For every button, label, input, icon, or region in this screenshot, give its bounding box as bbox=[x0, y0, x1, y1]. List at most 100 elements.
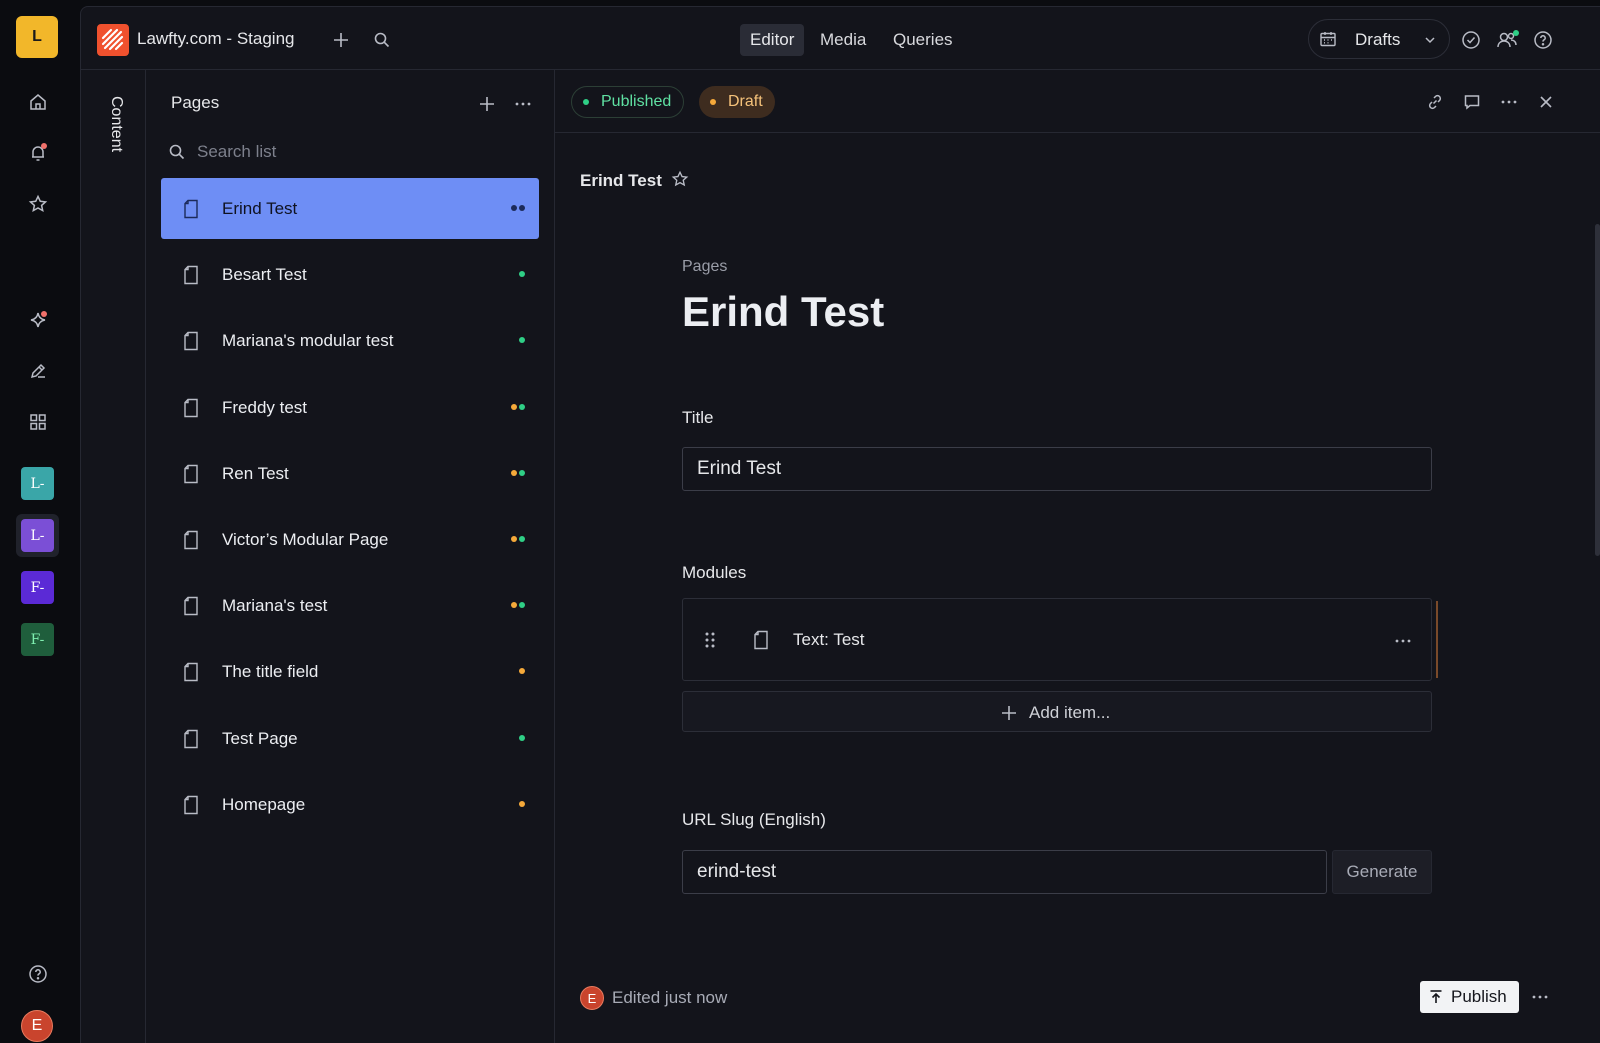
content-tool-tab[interactable]: Content bbox=[81, 70, 146, 1043]
status-dot bbox=[519, 602, 525, 609]
help-icon bbox=[1534, 31, 1552, 49]
notifications-button[interactable] bbox=[22, 137, 54, 169]
apps-button[interactable] bbox=[22, 406, 54, 438]
slug-input[interactable]: erind-test bbox=[682, 850, 1327, 894]
status-dots bbox=[519, 800, 525, 807]
members-button[interactable] bbox=[1493, 26, 1521, 54]
account-avatar[interactable]: E bbox=[21, 1010, 53, 1042]
generate-slug-button[interactable]: Generate bbox=[1332, 850, 1432, 894]
module-item[interactable]: Text: Test bbox=[682, 598, 1432, 681]
home-button[interactable] bbox=[22, 86, 54, 118]
tab-media[interactable]: Media bbox=[810, 24, 876, 56]
draft-label: Draft bbox=[728, 93, 763, 110]
title-input[interactable]: Erind Test bbox=[682, 447, 1432, 491]
app-rail: L L- L- F- F- E bbox=[0, 0, 80, 1043]
status-dot bbox=[511, 403, 517, 410]
editor-header: Published Draft bbox=[555, 70, 1600, 133]
status-dot bbox=[519, 800, 525, 807]
copy-link-button[interactable] bbox=[1421, 88, 1449, 116]
tab-editor[interactable]: Editor bbox=[740, 24, 805, 56]
page-list-item-label: Ren Test bbox=[222, 463, 289, 483]
create-button[interactable] bbox=[327, 26, 355, 54]
chevron-down-icon bbox=[1425, 37, 1435, 44]
project-logo[interactable] bbox=[97, 24, 129, 56]
star-icon bbox=[671, 170, 689, 187]
workspace-3-button[interactable]: F- bbox=[21, 571, 54, 604]
page-list-item-label: Besart Test bbox=[222, 265, 307, 285]
published-badge[interactable]: Published bbox=[571, 86, 685, 118]
status-dot bbox=[519, 734, 525, 741]
global-search-button[interactable] bbox=[368, 26, 396, 54]
status-dot bbox=[511, 469, 517, 476]
workspace-label: L- bbox=[30, 527, 45, 544]
status-dots bbox=[519, 337, 525, 344]
page-list-item[interactable]: Erind Test bbox=[161, 178, 539, 239]
workspace-1-button[interactable]: L- bbox=[21, 467, 54, 500]
page-list-item[interactable]: Freddy test bbox=[161, 377, 539, 438]
page-list-item[interactable]: Victor’s Modular Page bbox=[161, 509, 539, 570]
close-pane-button[interactable] bbox=[1532, 88, 1560, 116]
star-icon bbox=[28, 194, 48, 213]
slug-field-label: URL Slug (English) bbox=[682, 810, 826, 829]
published-dot bbox=[583, 99, 589, 105]
page-list-item[interactable]: Besart Test bbox=[161, 244, 539, 305]
slug-input-value: erind-test bbox=[697, 861, 777, 882]
publish-button[interactable]: Publish bbox=[1420, 981, 1519, 1013]
calendar-icon bbox=[1320, 32, 1336, 47]
project-name[interactable]: Lawfty.com - Staging bbox=[137, 29, 294, 49]
pane-menu-button[interactable] bbox=[509, 90, 537, 118]
document-icon bbox=[184, 332, 198, 351]
tab-queries[interactable]: Queries bbox=[883, 24, 963, 56]
status-dots bbox=[511, 403, 525, 410]
workspace-label: L- bbox=[30, 475, 45, 492]
favorite-document-button[interactable] bbox=[667, 166, 693, 192]
add-page-button[interactable] bbox=[473, 90, 501, 118]
title-input-value: Erind Test bbox=[697, 458, 782, 479]
publish-icon bbox=[1430, 990, 1442, 1003]
check-circle-icon bbox=[1462, 31, 1480, 49]
more-horizontal-icon bbox=[1501, 100, 1517, 104]
module-item-menu-button[interactable] bbox=[1389, 627, 1417, 655]
page-list-item[interactable]: Mariana's modular test bbox=[161, 310, 539, 371]
document-icon bbox=[754, 630, 768, 650]
editor-avatar-initial: E bbox=[587, 990, 597, 1006]
page-list-item[interactable]: Test Page bbox=[161, 708, 539, 769]
notification-dot bbox=[41, 143, 47, 149]
edit-tool-button[interactable] bbox=[22, 355, 54, 387]
publish-menu-button[interactable] bbox=[1526, 983, 1554, 1011]
page-list-item[interactable]: Ren Test bbox=[161, 443, 539, 504]
document-icon bbox=[184, 464, 198, 483]
workspace-label: F- bbox=[30, 579, 45, 596]
search-list-field[interactable]: Search list bbox=[161, 134, 539, 170]
search-icon bbox=[374, 32, 390, 48]
add-item-button[interactable]: Add item... bbox=[682, 691, 1432, 732]
status-dot bbox=[511, 536, 517, 542]
drag-handle-icon[interactable] bbox=[703, 630, 717, 650]
page-list-item[interactable]: The title field bbox=[161, 641, 539, 702]
status-dot bbox=[519, 668, 525, 675]
editor-scrollbar[interactable] bbox=[1595, 224, 1600, 556]
status-dot bbox=[519, 337, 525, 344]
more-horizontal-icon bbox=[515, 102, 531, 106]
help-menu-button[interactable] bbox=[1529, 26, 1557, 54]
status-dots bbox=[519, 734, 525, 741]
tasks-button[interactable] bbox=[1457, 26, 1485, 54]
search-icon bbox=[169, 144, 185, 160]
status-dots bbox=[511, 536, 525, 542]
favorites-button[interactable] bbox=[22, 188, 54, 220]
status-dot bbox=[511, 205, 517, 211]
workspace-4-button[interactable]: F- bbox=[21, 623, 54, 656]
workspace-2-button[interactable]: L- bbox=[21, 519, 54, 552]
ai-assist-button[interactable] bbox=[22, 304, 54, 336]
user-avatar-button[interactable]: L bbox=[16, 16, 58, 58]
pane-title: Pages bbox=[171, 93, 220, 112]
top-bar: Lawfty.com - Staging Editor Media Querie… bbox=[81, 7, 1600, 70]
help-button[interactable] bbox=[22, 958, 54, 990]
page-list-item[interactable]: Mariana's test bbox=[161, 575, 539, 636]
document-menu-button[interactable] bbox=[1495, 88, 1523, 116]
document-editor: Published Draft Erind Test Pages Erind T… bbox=[555, 70, 1600, 1043]
draft-badge[interactable]: Draft bbox=[699, 86, 775, 118]
perspective-select[interactable]: Drafts bbox=[1308, 19, 1450, 59]
comments-button[interactable] bbox=[1458, 88, 1486, 116]
page-list-item[interactable]: Homepage bbox=[161, 774, 539, 835]
